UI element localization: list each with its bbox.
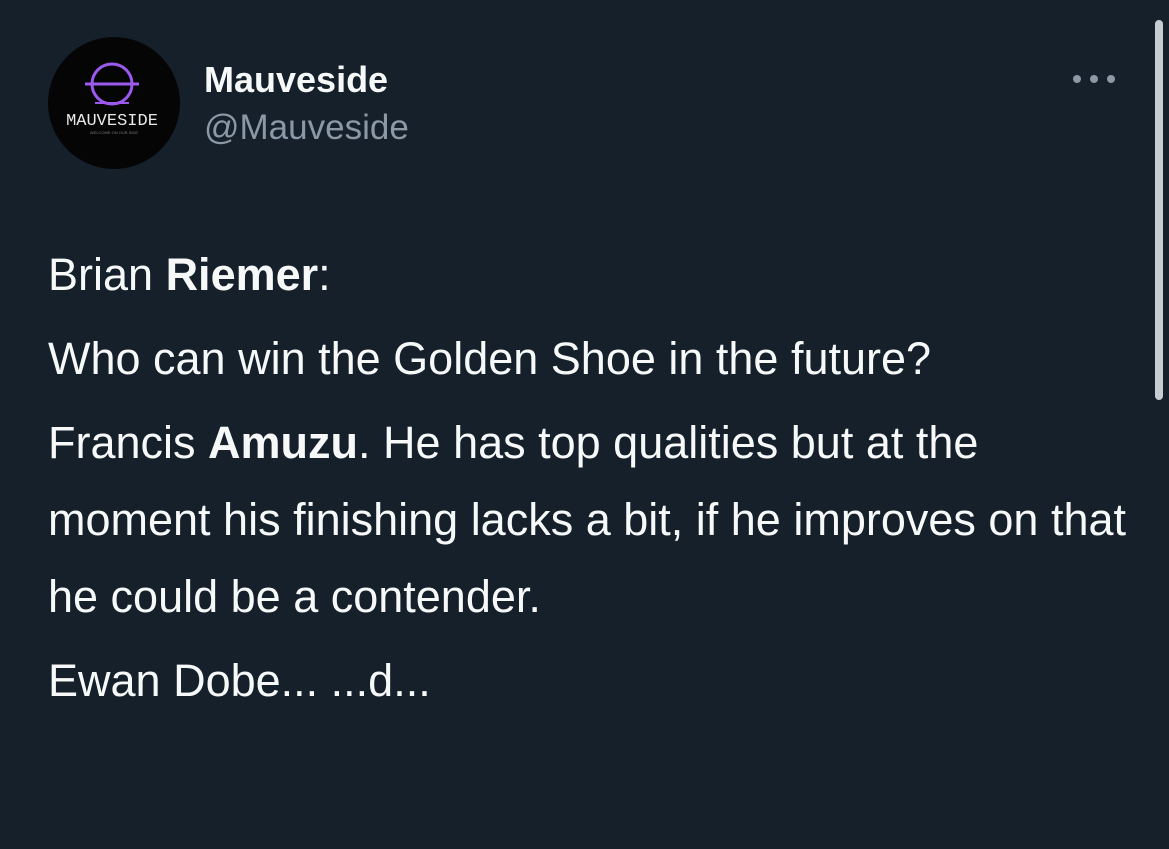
display-name[interactable]: Mauveside bbox=[204, 60, 388, 100]
more-options-button[interactable] bbox=[1066, 62, 1126, 96]
tweet-detail: MAUVESIDE WELCOME ON OUR SIDE Mauveside … bbox=[0, 0, 1169, 849]
avatar[interactable]: MAUVESIDE WELCOME ON OUR SIDE bbox=[48, 37, 180, 169]
answer-last-name: Amuzu bbox=[208, 417, 359, 468]
more-horizontal-icon bbox=[1073, 75, 1115, 83]
avatar-logo-text: MAUVESIDE bbox=[66, 112, 158, 131]
speaker-line: Brian Riemer: bbox=[48, 236, 1128, 313]
speaker-last-name: Riemer bbox=[165, 249, 319, 300]
speaker-first-name: Brian bbox=[48, 249, 166, 300]
avatar-tagline: WELCOME ON OUR SIDE bbox=[90, 130, 139, 135]
question-text: Who can win the Golden Shoe in the futur… bbox=[48, 333, 932, 384]
tweet-text: Brian Riemer: Who can win the Golden Sho… bbox=[48, 236, 1128, 719]
answer-first-name: Francis bbox=[48, 417, 209, 468]
answer-text: Francis Amuzu. He has top qualities but … bbox=[48, 404, 1128, 635]
handle[interactable]: @Mauveside bbox=[204, 108, 409, 148]
scrollbar[interactable] bbox=[1155, 20, 1163, 400]
mauveside-logo-icon: MAUVESIDE WELCOME ON OUR SIDE bbox=[66, 62, 158, 135]
speaker-suffix: : bbox=[318, 249, 331, 300]
next-line-partial: Ewan Dobe... ...d... bbox=[48, 655, 431, 706]
